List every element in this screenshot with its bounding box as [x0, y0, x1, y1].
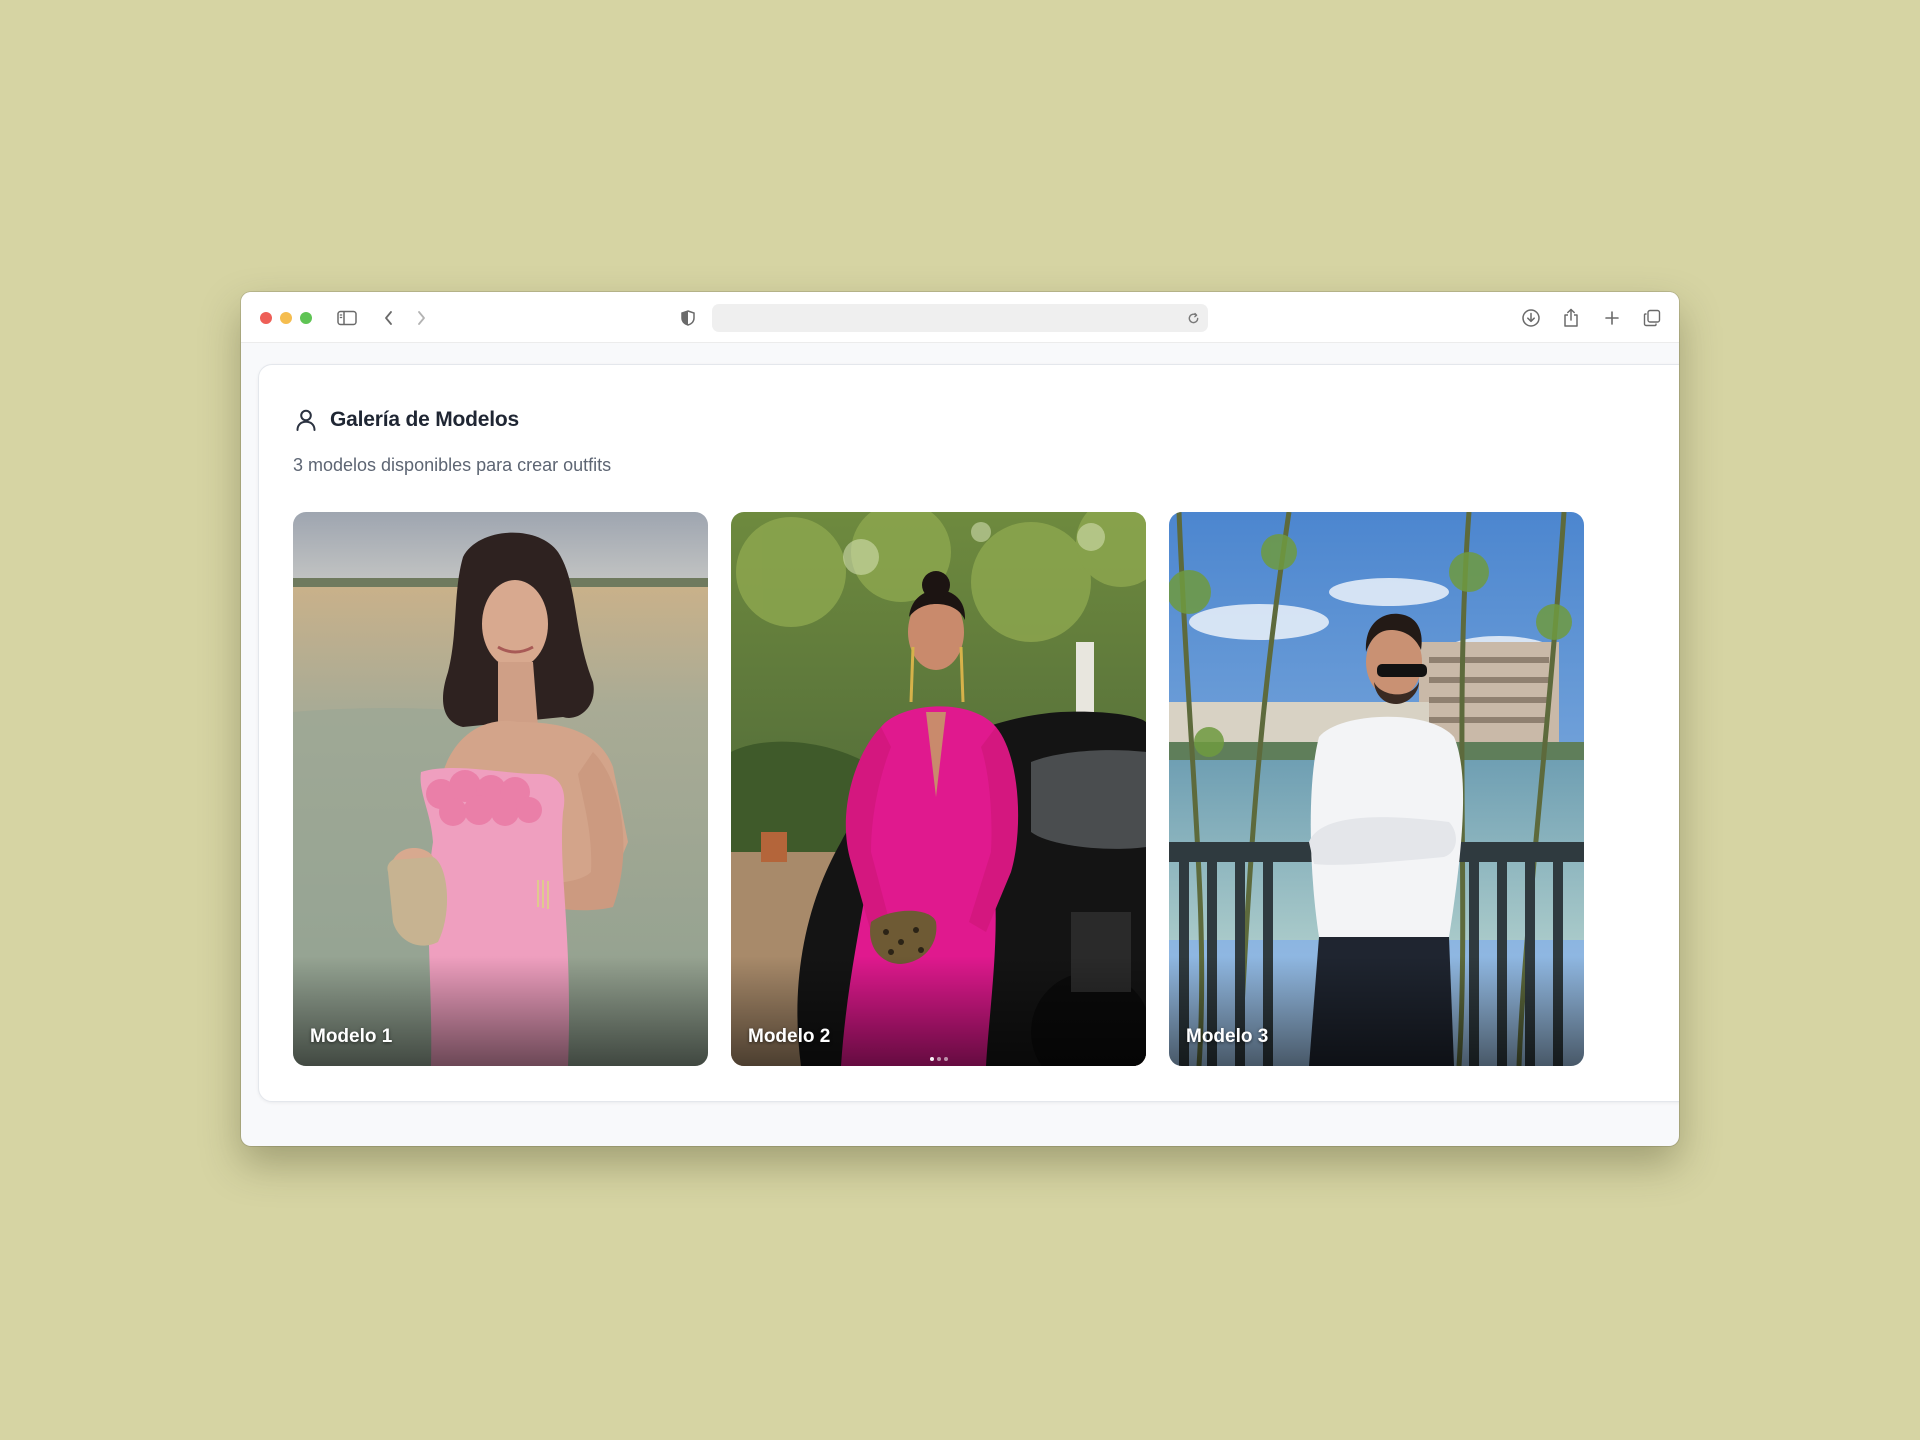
shield-icon[interactable]: [675, 305, 701, 331]
tabs-overview-icon[interactable]: [1639, 305, 1665, 331]
card-overlay: [1169, 956, 1584, 1066]
new-tab-icon[interactable]: [1599, 305, 1625, 331]
gallery-header: Galería de Modelos: [293, 405, 519, 435]
user-icon: [293, 407, 319, 433]
gallery-subtitle: 3 modelos disponibles para crear outfits: [293, 455, 612, 475]
close-window-button[interactable]: [260, 312, 272, 324]
model-card-3[interactable]: Modelo 3: [1169, 512, 1584, 1066]
reload-icon[interactable]: [1184, 309, 1202, 327]
forward-icon[interactable]: [408, 305, 434, 331]
card-overlay: [731, 956, 1146, 1066]
address-bar[interactable]: [712, 304, 1208, 332]
model-card-1[interactable]: Modelo 1: [293, 512, 708, 1066]
gallery-panel: Galería de Modelos 3 modelos disponibles…: [258, 364, 1679, 1102]
carousel-dot[interactable]: [936, 1057, 941, 1061]
model-label-1: Modelo 1: [310, 1026, 393, 1047]
browser-toolbar: [241, 292, 1679, 343]
card-overlay: [293, 956, 708, 1066]
back-icon[interactable]: [376, 305, 402, 331]
model-label-2: Modelo 2: [748, 1026, 831, 1047]
sidebar-icon[interactable]: [334, 305, 360, 331]
model-card-2[interactable]: Modelo 2: [731, 512, 1146, 1066]
zoom-window-button[interactable]: [300, 312, 312, 324]
model-label-3: Modelo 3: [1186, 1026, 1269, 1047]
share-icon[interactable]: [1558, 305, 1584, 331]
carousel-dot[interactable]: [929, 1057, 934, 1061]
browser-window: Galería de Modelos 3 modelos disponibles…: [241, 292, 1679, 1146]
page-title: Galería de Modelos: [330, 408, 519, 431]
model-gallery: Modelo 1 Modelo 2 Modelo 3: [293, 512, 1584, 1066]
download-icon[interactable]: [1518, 305, 1544, 331]
minimize-window-button[interactable]: [280, 312, 292, 324]
photo-carousel-dots[interactable]: [929, 1057, 948, 1061]
carousel-dot[interactable]: [943, 1057, 948, 1061]
